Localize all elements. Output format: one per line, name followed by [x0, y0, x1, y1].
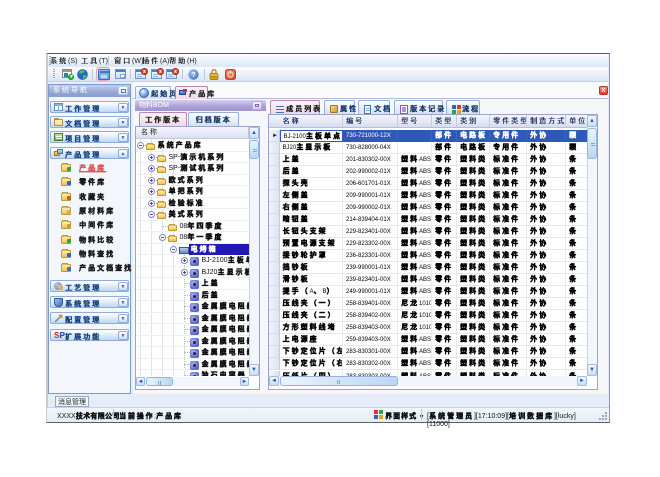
svg-text:?: ? — [191, 72, 195, 79]
